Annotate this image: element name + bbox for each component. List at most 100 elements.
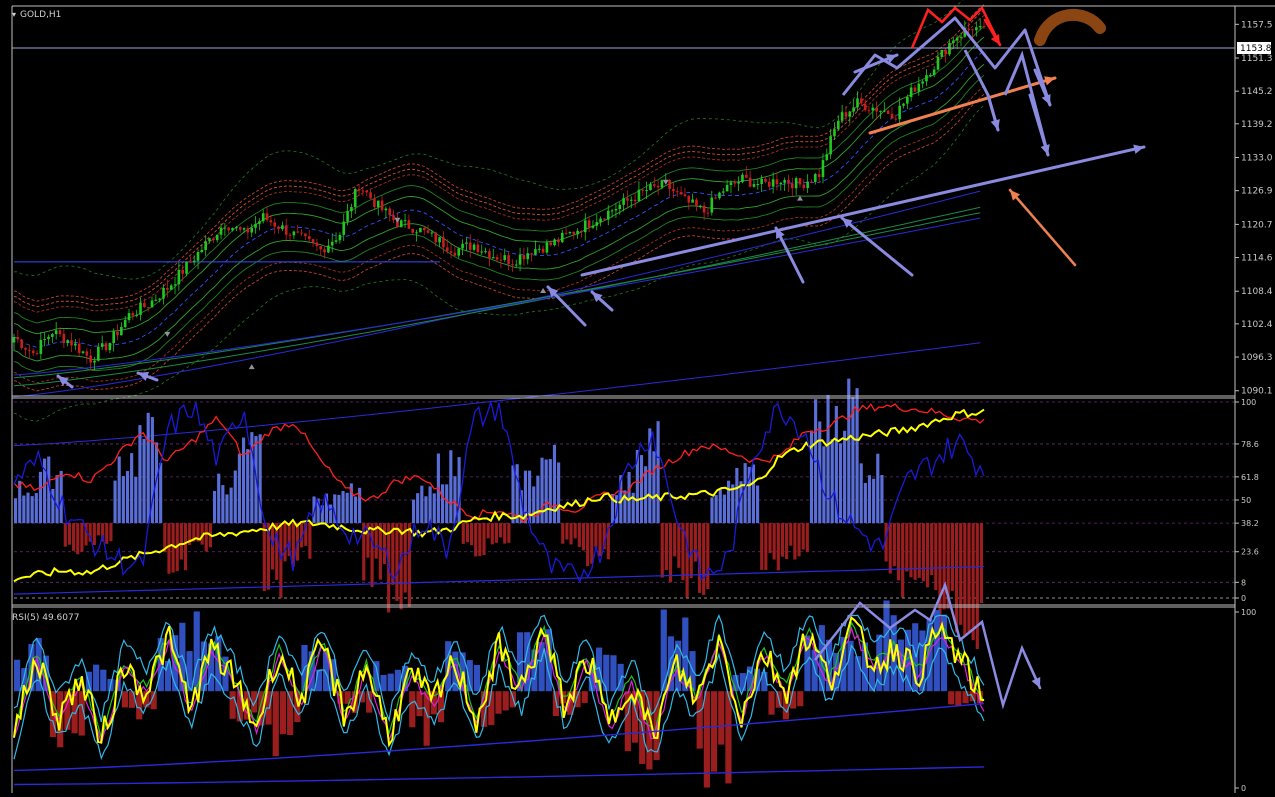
candle-body (430, 232, 434, 234)
candle-body (196, 251, 200, 261)
price-tick-label: 1114.6 (1241, 254, 1273, 264)
candle-body (537, 248, 541, 250)
candle-body (514, 264, 518, 266)
candle-body (281, 225, 284, 230)
oscillator-histogram-bar (565, 523, 569, 540)
candle-body (426, 230, 430, 233)
candle-body (24, 348, 27, 350)
candle-body (51, 334, 54, 337)
candle-body (20, 339, 23, 349)
candle-body (166, 287, 169, 290)
candle-body (583, 220, 587, 233)
oscillator-histogram-bar (420, 485, 424, 524)
candle-body (530, 253, 533, 255)
oscillator-histogram-bar (892, 523, 896, 567)
oscillator-histogram-bar (872, 478, 876, 524)
oscillator-histogram-bar (474, 523, 478, 557)
candle-body (131, 313, 135, 316)
candle-body (572, 231, 576, 235)
candle-body (675, 191, 679, 193)
oscillator-histogram-bar (125, 471, 130, 524)
oscillator-histogram-bar (494, 523, 498, 543)
candle-body (231, 228, 234, 231)
candle-body (392, 215, 395, 220)
oscillator-histogram-bar (652, 451, 656, 524)
candle-body (752, 184, 756, 187)
rsi-histogram-bar (186, 651, 193, 692)
rsi-histogram-bar (93, 664, 100, 692)
candle-body (879, 110, 882, 112)
oscillator-histogram-bar (921, 523, 925, 582)
oscillator-tick-label: 38.2 (1241, 519, 1259, 528)
candle-body (595, 222, 599, 226)
oscillator-histogram-bar (656, 421, 660, 524)
candle-body (721, 191, 725, 193)
oscillator-histogram-bar (930, 523, 934, 576)
oscillator-histogram-bar (876, 453, 880, 524)
candle-body (242, 228, 246, 230)
price-tick-label: 1139.2 (1241, 120, 1273, 130)
candle-body (438, 237, 441, 243)
candle-body (177, 269, 181, 285)
oscillator-histogram-bar (660, 523, 664, 578)
oscillator-histogram-bar (142, 438, 146, 524)
candle-body (810, 181, 813, 183)
candle-body (235, 227, 238, 229)
oscillator-histogram-bar (880, 474, 884, 524)
oscillator-histogram-bar (586, 523, 590, 567)
oscillator-histogram-bar (457, 457, 461, 524)
oscillator-histogram-bar (432, 493, 436, 524)
oscillator-histogram-bar (96, 523, 101, 536)
candle-body (200, 250, 204, 252)
candle-body (173, 284, 177, 286)
candle-body (522, 254, 526, 260)
oscillator-histogram-bar (548, 459, 552, 524)
oscillator-histogram-bar (901, 523, 905, 598)
oscillator-histogram-bar (67, 523, 72, 545)
candle-body (837, 120, 840, 130)
candle-body (307, 236, 311, 240)
oscillator-histogram-bar (378, 523, 382, 580)
candle-body (288, 234, 292, 236)
oscillator-histogram-bar (664, 523, 668, 571)
rsi-histogram-bar (718, 691, 725, 745)
candle-body (300, 232, 303, 234)
oscillator-histogram-bar (329, 504, 333, 524)
oscillator-histogram-bar (573, 523, 577, 539)
candle-body (545, 242, 549, 253)
price-tick-label: 1102.4 (1241, 320, 1273, 330)
candle-body (388, 208, 392, 216)
oscillator-histogram-bar (801, 523, 805, 550)
oscillator-histogram-bar (954, 523, 959, 633)
price-tick-label: 1157.5 (1241, 20, 1273, 30)
oscillator-histogram-bar (714, 495, 718, 524)
oscillator-histogram-bar (639, 455, 644, 524)
candle-body (518, 254, 522, 265)
candle-body (376, 200, 380, 207)
candle-body (764, 178, 767, 182)
oscillator-histogram-bar (63, 523, 67, 547)
candle-body (890, 113, 894, 119)
candle-body (710, 197, 714, 213)
oscillator-histogram-bar (428, 486, 432, 524)
oscillator-histogram-bar (867, 475, 872, 524)
candle-body (929, 75, 932, 77)
oscillator-histogram-bar (34, 493, 38, 524)
candle-body (254, 223, 257, 228)
oscillator-histogram-bar (896, 523, 901, 581)
candle-body (403, 220, 407, 222)
oscillator-histogram-bar (105, 523, 109, 544)
oscillator-histogram-bar (130, 453, 134, 524)
oscillator-histogram-bar (134, 476, 138, 524)
rsi-histogram-bar (229, 691, 236, 719)
candle-body (357, 189, 361, 191)
candle-body (687, 196, 691, 203)
oscillator-histogram-bar (863, 482, 867, 524)
candle-body (718, 192, 721, 199)
candle-body (28, 349, 31, 351)
candle-body (618, 204, 622, 209)
candle-body (955, 37, 959, 41)
candle-body (342, 221, 346, 235)
oscillator-tick-label: 50 (1241, 496, 1251, 505)
oscillator-histogram-bar (569, 523, 573, 545)
